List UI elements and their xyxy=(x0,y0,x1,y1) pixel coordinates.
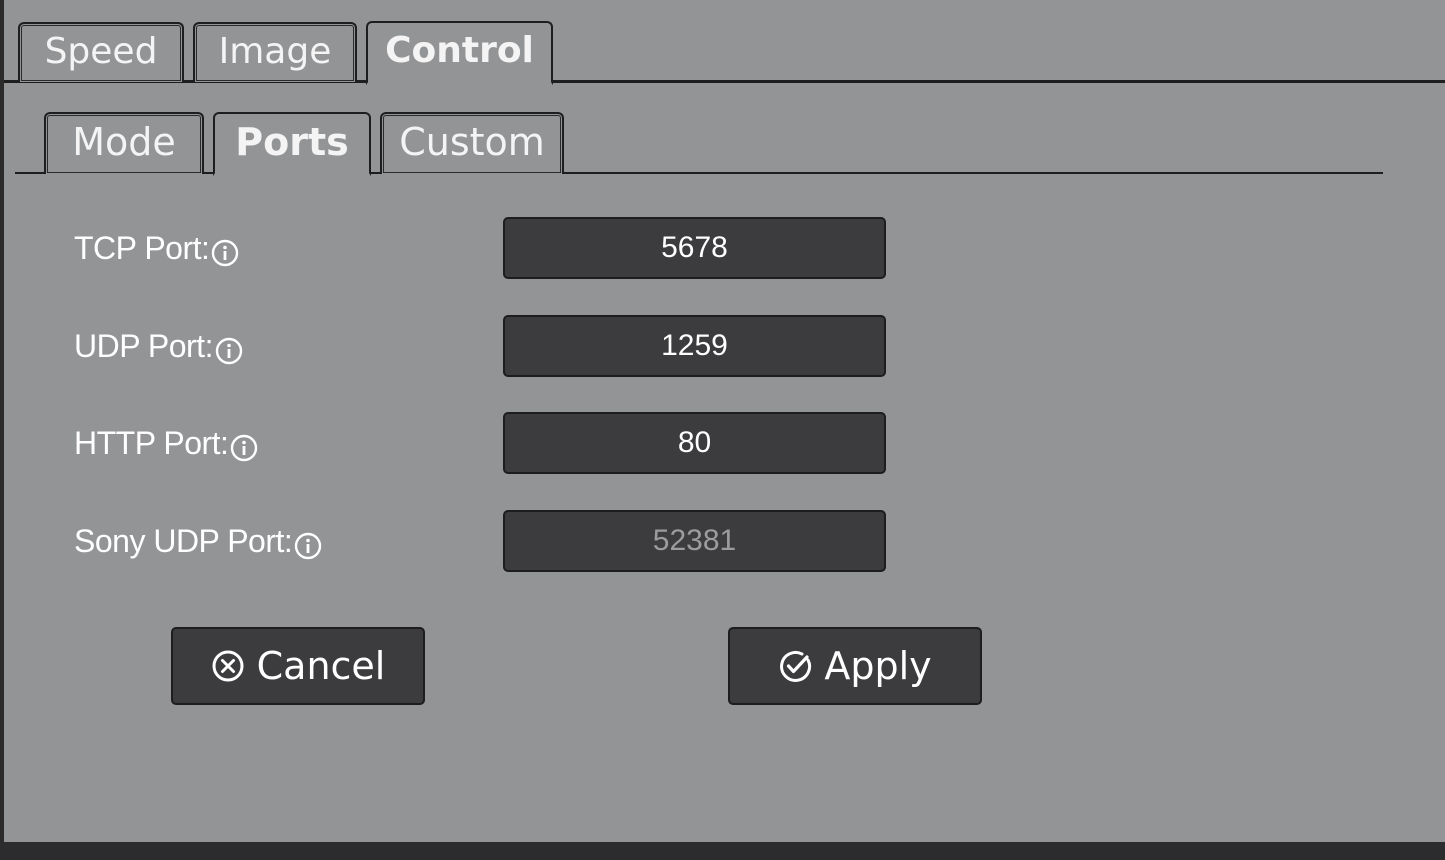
tab-custom[interactable]: Custom xyxy=(380,112,564,174)
info-icon[interactable] xyxy=(211,239,239,267)
tab-mode[interactable]: Mode xyxy=(44,112,204,174)
apply-button[interactable]: Apply xyxy=(728,627,982,705)
udp-port-label-text: UDP Port: xyxy=(74,328,213,364)
tcp-port-label: TCP Port: xyxy=(74,230,239,267)
tab-control[interactable]: Control xyxy=(366,21,553,85)
http-port-label: HTTP Port: xyxy=(74,425,258,462)
http-port-label-text: HTTP Port: xyxy=(74,425,229,461)
tab-ports[interactable]: Ports xyxy=(213,112,371,176)
udp-port-input[interactable] xyxy=(503,315,886,377)
tab-mode-label: Mode xyxy=(72,120,176,164)
tcp-port-input[interactable] xyxy=(503,217,886,279)
circle-x-icon xyxy=(212,650,244,682)
tab-image[interactable]: Image xyxy=(193,22,357,82)
sony-udp-port-input xyxy=(503,510,886,572)
sony-udp-port-label-text: Sony UDP Port: xyxy=(74,523,293,559)
tab-speed-label: Speed xyxy=(44,30,158,72)
tab-speed[interactable]: Speed xyxy=(18,22,184,82)
cancel-button[interactable]: Cancel xyxy=(171,627,425,705)
bottom-bar xyxy=(0,842,1445,860)
circle-check-icon xyxy=(780,650,812,682)
tab-custom-label: Custom xyxy=(399,120,545,164)
tab-control-label: Control xyxy=(385,30,534,71)
sony-udp-port-label: Sony UDP Port: xyxy=(74,523,322,560)
info-icon[interactable] xyxy=(294,532,322,560)
info-icon[interactable] xyxy=(230,434,258,462)
top-tabs: Speed Image Control xyxy=(18,20,562,85)
udp-port-label: UDP Port: xyxy=(74,328,243,365)
tab-ports-label: Ports xyxy=(235,119,349,164)
cancel-button-label: Cancel xyxy=(256,644,386,688)
sub-tabs: Mode Ports Custom xyxy=(44,110,573,176)
tcp-port-label-text: TCP Port: xyxy=(74,230,210,266)
http-port-input[interactable] xyxy=(503,412,886,474)
tab-image-label: Image xyxy=(218,30,332,72)
apply-button-label: Apply xyxy=(824,644,932,688)
info-icon[interactable] xyxy=(215,337,243,365)
